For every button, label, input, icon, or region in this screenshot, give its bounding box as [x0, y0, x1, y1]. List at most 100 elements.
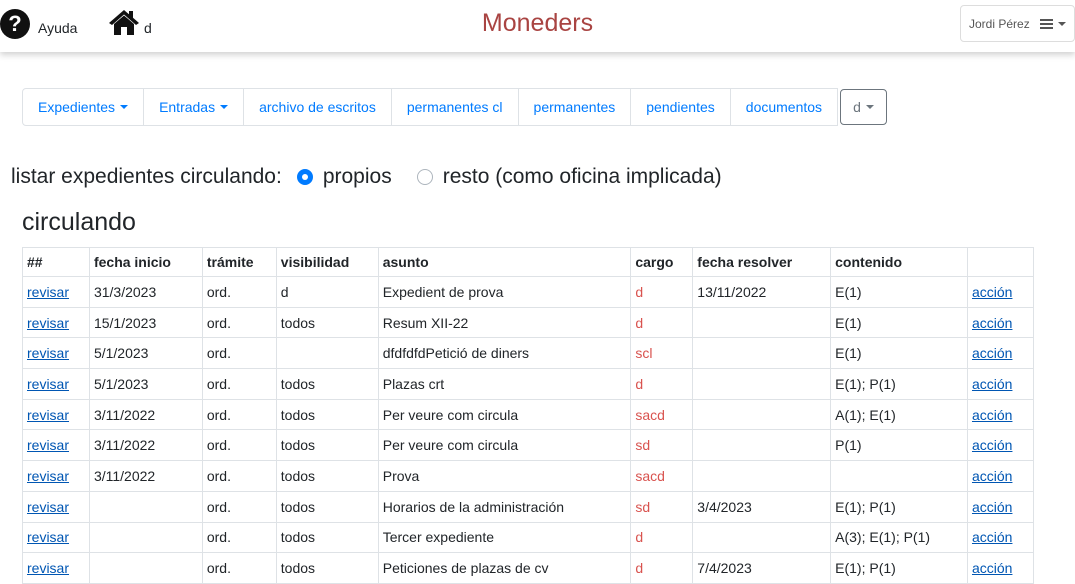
col-header: trámite — [201, 247, 277, 277]
cell-contenido: E(1); P(1) — [830, 552, 968, 584]
accion-link[interactable]: acción — [972, 437, 1012, 453]
tramite: ord. — [206, 498, 231, 515]
contenido: A(3); E(1); P(1) — [835, 529, 931, 546]
accion-link[interactable]: acción — [972, 284, 1012, 300]
nav-entradas[interactable]: Entradas — [143, 88, 245, 126]
user-menu-button[interactable]: Jordi Pérez — [960, 5, 1075, 42]
table-row: revisar 31/3/2023 ord. d Expedient de prova d… — [22, 276, 1035, 308]
revisar-link[interactable]: revisar — [27, 499, 69, 515]
nav-expedientes[interactable]: Expedientes — [22, 88, 145, 126]
cell-visibilidad: todos — [275, 368, 379, 400]
cell-accion-link: acción — [966, 521, 1035, 554]
revisar-link[interactable]: revisar — [27, 315, 69, 331]
nav-label: permanentes — [533, 99, 616, 115]
nav-pendientes[interactable]: pendientes — [630, 88, 731, 126]
visibilidad: todos — [280, 314, 316, 331]
cell-revisar-link: revisar — [22, 460, 90, 492]
visibilidad: todos — [280, 437, 316, 454]
cell-revisar-link: revisar — [22, 276, 90, 308]
cell-contenido — [830, 460, 968, 492]
contenido: E(1); P(1) — [835, 375, 896, 392]
revisar-link[interactable]: revisar — [27, 560, 69, 576]
nav-documentos[interactable]: documentos — [729, 88, 839, 126]
radio-propios[interactable] — [296, 169, 313, 185]
revisar-link[interactable]: revisar — [27, 529, 69, 545]
visibilidad: d — [280, 283, 289, 300]
option-propios[interactable]: propios — [296, 165, 392, 189]
option-resto[interactable]: resto (como oficina implicada) — [416, 165, 722, 189]
main-nav: Expedientes Entradas archivo de escritos… — [22, 88, 887, 126]
caret-down-icon — [1057, 21, 1066, 26]
office-select-value: d — [853, 99, 861, 115]
cell-fecha-resolver — [692, 368, 832, 400]
contenido: A(1); E(1) — [835, 406, 896, 423]
fecha-inicio: 5/1/2023 — [93, 375, 149, 392]
hamburger-icon — [1039, 17, 1053, 31]
office-select[interactable]: d — [840, 89, 887, 125]
contenido: E(1) — [835, 283, 862, 300]
accion-link[interactable]: acción — [972, 499, 1012, 515]
nav-permanentes[interactable]: permanentes — [517, 88, 632, 126]
cell-contenido: E(1) — [830, 337, 968, 370]
cell-tramite: ord. — [201, 460, 277, 492]
home-icon[interactable] — [108, 8, 140, 36]
nav-label: documentos — [745, 99, 823, 115]
fecha-resolver: 13/11/2022 — [697, 283, 767, 300]
revisar-link[interactable]: revisar — [27, 345, 69, 361]
cell-fecha-resolver — [692, 521, 832, 554]
cell-asunto: Plazas crt — [377, 368, 632, 400]
option-propios-label[interactable]: propios — [323, 165, 392, 189]
visibilidad: todos — [280, 375, 316, 392]
accion-link[interactable]: acción — [972, 529, 1012, 545]
cell-visibilidad: todos — [275, 398, 379, 431]
cell-tramite: ord. — [201, 429, 277, 462]
user-name: Jordi Pérez — [969, 16, 1030, 31]
cell-visibilidad: todos — [275, 460, 379, 492]
cell-fecha-inicio: 5/1/2023 — [88, 368, 203, 400]
help-label[interactable]: Ayuda — [38, 20, 77, 36]
cell-asunto: Per veure com circula — [377, 398, 632, 431]
nav-permanentes-cl[interactable]: permanentes cl — [390, 88, 519, 126]
table-row: revisar ord. todos Tercer expediente d A(3); … — [22, 521, 1035, 554]
contenido: E(1) — [835, 314, 862, 331]
col-header: visibilidad — [275, 247, 379, 277]
accion-link[interactable]: acción — [972, 315, 1012, 331]
caret-down-icon — [220, 105, 229, 109]
list-filter: listar expedientes circulando: propios r… — [11, 165, 722, 189]
col-header: fecha resolver — [692, 247, 832, 277]
cell-tramite: ord. — [201, 306, 277, 339]
cell-tramite: ord. — [201, 552, 277, 584]
accion-link[interactable]: acción — [972, 376, 1012, 392]
table-row: revisar 5/1/2023 ord. todos Plazas crt d E(1);… — [22, 368, 1035, 400]
cell-revisar-link: revisar — [22, 306, 90, 339]
revisar-link[interactable]: revisar — [27, 284, 69, 300]
radio-resto[interactable] — [416, 169, 433, 185]
cell-fecha-resolver — [692, 460, 832, 492]
asunto: Plazas crt — [382, 375, 445, 392]
cell-accion-link: acción — [966, 460, 1035, 492]
option-resto-label[interactable]: resto (como oficina implicada) — [443, 165, 722, 189]
revisar-link[interactable]: revisar — [27, 437, 69, 453]
table-row: revisar 3/11/2022 ord. todos Prova sacd acción — [22, 460, 1035, 492]
accion-link[interactable]: acción — [972, 560, 1012, 576]
section-title: circulando — [22, 208, 136, 236]
cell-contenido: A(3); E(1); P(1) — [830, 521, 968, 554]
asunto: dfdfdfdPetició de diners — [382, 345, 530, 362]
accion-link[interactable]: acción — [972, 407, 1012, 423]
revisar-link[interactable]: revisar — [27, 376, 69, 392]
cell-contenido: E(1) — [830, 306, 968, 339]
home-label[interactable]: d — [144, 20, 152, 36]
cell-visibilidad: todos — [275, 552, 379, 584]
revisar-link[interactable]: revisar — [27, 468, 69, 484]
accion-link[interactable]: acción — [972, 468, 1012, 484]
nav-archivo-escritos[interactable]: archivo de escritos — [243, 88, 392, 126]
contenido: P(1) — [835, 437, 862, 454]
question-circle-icon[interactable]: ? — [0, 9, 30, 39]
asunto: Peticiones de plazas de cv — [382, 560, 549, 577]
cell-cargo: d — [630, 368, 694, 400]
help-link[interactable]: ? Ayuda — [0, 9, 77, 39]
accion-link[interactable]: acción — [972, 345, 1012, 361]
cell-fecha-inicio — [88, 521, 203, 554]
revisar-link[interactable]: revisar — [27, 407, 69, 423]
home-link[interactable]: d — [108, 8, 152, 36]
